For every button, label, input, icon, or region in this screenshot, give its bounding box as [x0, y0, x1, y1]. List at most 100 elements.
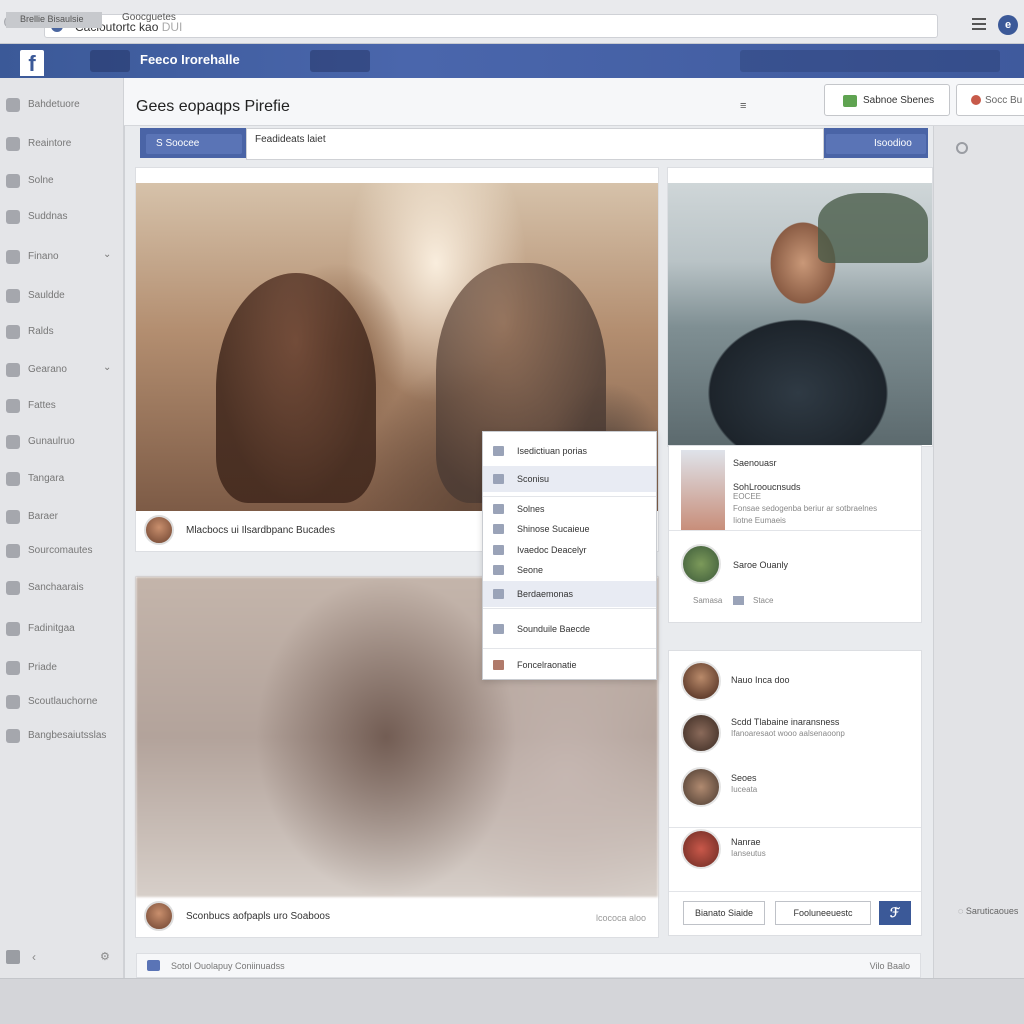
avatar[interactable]: [681, 544, 721, 584]
panel-meta: Iiotne Eumaeis: [733, 516, 786, 525]
divider: [483, 608, 656, 609]
sidebar-item-label: Reaintore: [28, 138, 72, 149]
status-text: Goocguetes: [122, 12, 176, 23]
tab-right[interactable]: Isoodioo: [826, 134, 926, 154]
caption-text: Mlacbocs ui Ilsardbpanc Bucades: [186, 525, 335, 536]
clock-icon[interactable]: [956, 142, 968, 154]
sidebar-item-icon: [6, 399, 20, 413]
menu-item-label: Foncelraonatie: [517, 660, 577, 670]
menu-item[interactable]: Seone: [483, 557, 656, 583]
menu-item-icon: [493, 504, 504, 514]
sidebar-item-label: Sauldde: [28, 290, 65, 301]
footer-link[interactable]: Vilo Baalo: [870, 961, 910, 971]
friend-name[interactable]: Nauo Inca doo: [731, 675, 790, 685]
settings-icon[interactable]: [6, 950, 20, 964]
caption-text: Sconbucs aofpapls uro Soaboos: [186, 911, 330, 922]
panel-button[interactable]: Fooluneeuestc: [775, 901, 871, 925]
sidebar-item[interactable]: Bangbesaiutsslas: [0, 725, 124, 747]
browser-menu-icon[interactable]: [972, 18, 986, 30]
person-name[interactable]: Saroe Ouanly: [733, 560, 788, 570]
sidebar-item[interactable]: Reaintore: [0, 133, 124, 155]
sidebar-item[interactable]: Fadinitgaa: [0, 618, 124, 640]
thumbnail-image[interactable]: [681, 450, 725, 530]
sidebar-item[interactable]: Sourcomautes: [0, 540, 124, 562]
sidebar-item-label: Sourcomautes: [28, 545, 93, 556]
sidebar-item-icon: [6, 174, 20, 188]
search-icon: [971, 95, 981, 105]
sidebar-item[interactable]: Priade: [0, 657, 124, 679]
menu-item-icon: [493, 589, 504, 599]
panel-link[interactable]: Stace: [753, 596, 773, 605]
panel-title: SohLrooucnsuds: [733, 482, 801, 492]
menu-item-label: Sounduile Baecde: [517, 624, 591, 634]
friend-name[interactable]: Seoes: [731, 773, 757, 783]
search-button[interactable]: Socc Bu: [956, 84, 1024, 116]
save-button[interactable]: Sabnoe Sbenes: [824, 84, 950, 116]
panel-header: Saenouasr: [733, 458, 777, 468]
sidebar-item-label: Priade: [28, 662, 57, 673]
friend-name[interactable]: Nanrae: [731, 837, 761, 847]
friend-name[interactable]: Scdd Tlabaine inaransness: [731, 717, 839, 727]
sidebar-item-label: Solne: [28, 175, 54, 186]
avatar[interactable]: [144, 901, 174, 931]
tab-left[interactable]: S Soocee: [146, 134, 242, 154]
menu-item[interactable]: Sounduile Baecde: [483, 616, 656, 642]
avatar[interactable]: [681, 661, 721, 701]
sidebar-item-icon: [6, 622, 20, 636]
sidebar-item[interactable]: Gunaulruo: [0, 431, 124, 453]
sidebar-item-icon: [6, 695, 20, 709]
address-bar[interactable]: Cacioutortc kao DUI: [44, 14, 938, 38]
menu-item[interactable]: Isedictiuan porias: [483, 438, 656, 464]
sidebar-item[interactable]: Solne: [0, 170, 124, 192]
facebook-logo-icon[interactable]: f: [20, 50, 44, 76]
menu-item[interactable]: Berdaemonas: [483, 581, 656, 607]
avatar[interactable]: [144, 515, 174, 545]
sidebar-controls: ‹ ⚙: [4, 950, 122, 966]
sidebar-item[interactable]: Fattes: [0, 395, 124, 417]
sidebar-item-label: Tangara: [28, 473, 65, 484]
avatar[interactable]: [681, 713, 721, 753]
collapse-icon[interactable]: ‹: [32, 950, 36, 964]
profile-icon[interactable]: e: [998, 15, 1018, 35]
panel-description: Fonsae sedogenba beriur ar sotbraelnes: [733, 504, 878, 513]
panel-button[interactable]: Bianato Siaide: [683, 901, 765, 925]
sidebar-item[interactable]: Tangara: [0, 468, 124, 490]
status-label[interactable]: Brellie Bisaulsie: [6, 12, 102, 28]
sidebar-item[interactable]: Gearano ⌄: [0, 359, 124, 381]
sidebar-item-icon: [6, 289, 20, 303]
sidebar-item-label: Gearano: [28, 364, 67, 375]
gear-icon[interactable]: ⚙: [100, 950, 110, 963]
chevron-down-icon[interactable]: ⌄: [103, 249, 111, 260]
sidebar-item[interactable]: Sanchaarais: [0, 577, 124, 599]
message-icon[interactable]: [733, 596, 744, 605]
sidebar-item[interactable]: Baraer: [0, 506, 124, 528]
menu-item[interactable]: Sconisu: [483, 466, 656, 492]
save-icon: [843, 95, 857, 107]
photo-background: [818, 193, 928, 263]
caption-meta: lcococa aloo: [595, 913, 646, 923]
sidebar-item-label: Sanchaarais: [28, 582, 84, 593]
header-menu-icon[interactable]: ≡: [740, 100, 746, 112]
menu-item[interactable]: Foncelraonatie: [483, 652, 656, 678]
friend-meta: Ianseutus: [731, 849, 766, 858]
sidebar-item[interactable]: Suddnas: [0, 206, 124, 228]
friend-meta: Ifanoaresaot wooo aalsenaoonp: [731, 729, 845, 738]
avatar[interactable]: [681, 767, 721, 807]
sidebar-item-label: Baraer: [28, 511, 59, 522]
friends-panel: Nauo Inca doo Scdd Tlabaine inaransness …: [668, 650, 922, 936]
sidebar-item[interactable]: Finano ⌄: [0, 246, 124, 268]
chevron-down-icon[interactable]: ⌄: [103, 362, 111, 373]
content-input[interactable]: Feadideats laiet: [246, 128, 824, 160]
sidebar-item[interactable]: Scoutlauchorne: [0, 691, 124, 713]
sidebar-item[interactable]: Sauldde: [0, 285, 124, 307]
sidebar-item-label: Suddnas: [28, 211, 68, 222]
sidebar-item-icon: [6, 363, 20, 377]
facebook-top-bar: f Feeco Irorehalle: [0, 44, 1024, 78]
sidebar-item[interactable]: Ralds: [0, 321, 124, 343]
avatar[interactable]: [681, 829, 721, 869]
sidebar-item[interactable]: Bahdetuore: [0, 94, 124, 116]
panel-link[interactable]: Samasa: [693, 596, 722, 605]
photo-image[interactable]: [668, 183, 932, 445]
facebook-share-button[interactable]: ℱ: [879, 901, 911, 925]
sidebar-item-label: Ralds: [28, 326, 54, 337]
